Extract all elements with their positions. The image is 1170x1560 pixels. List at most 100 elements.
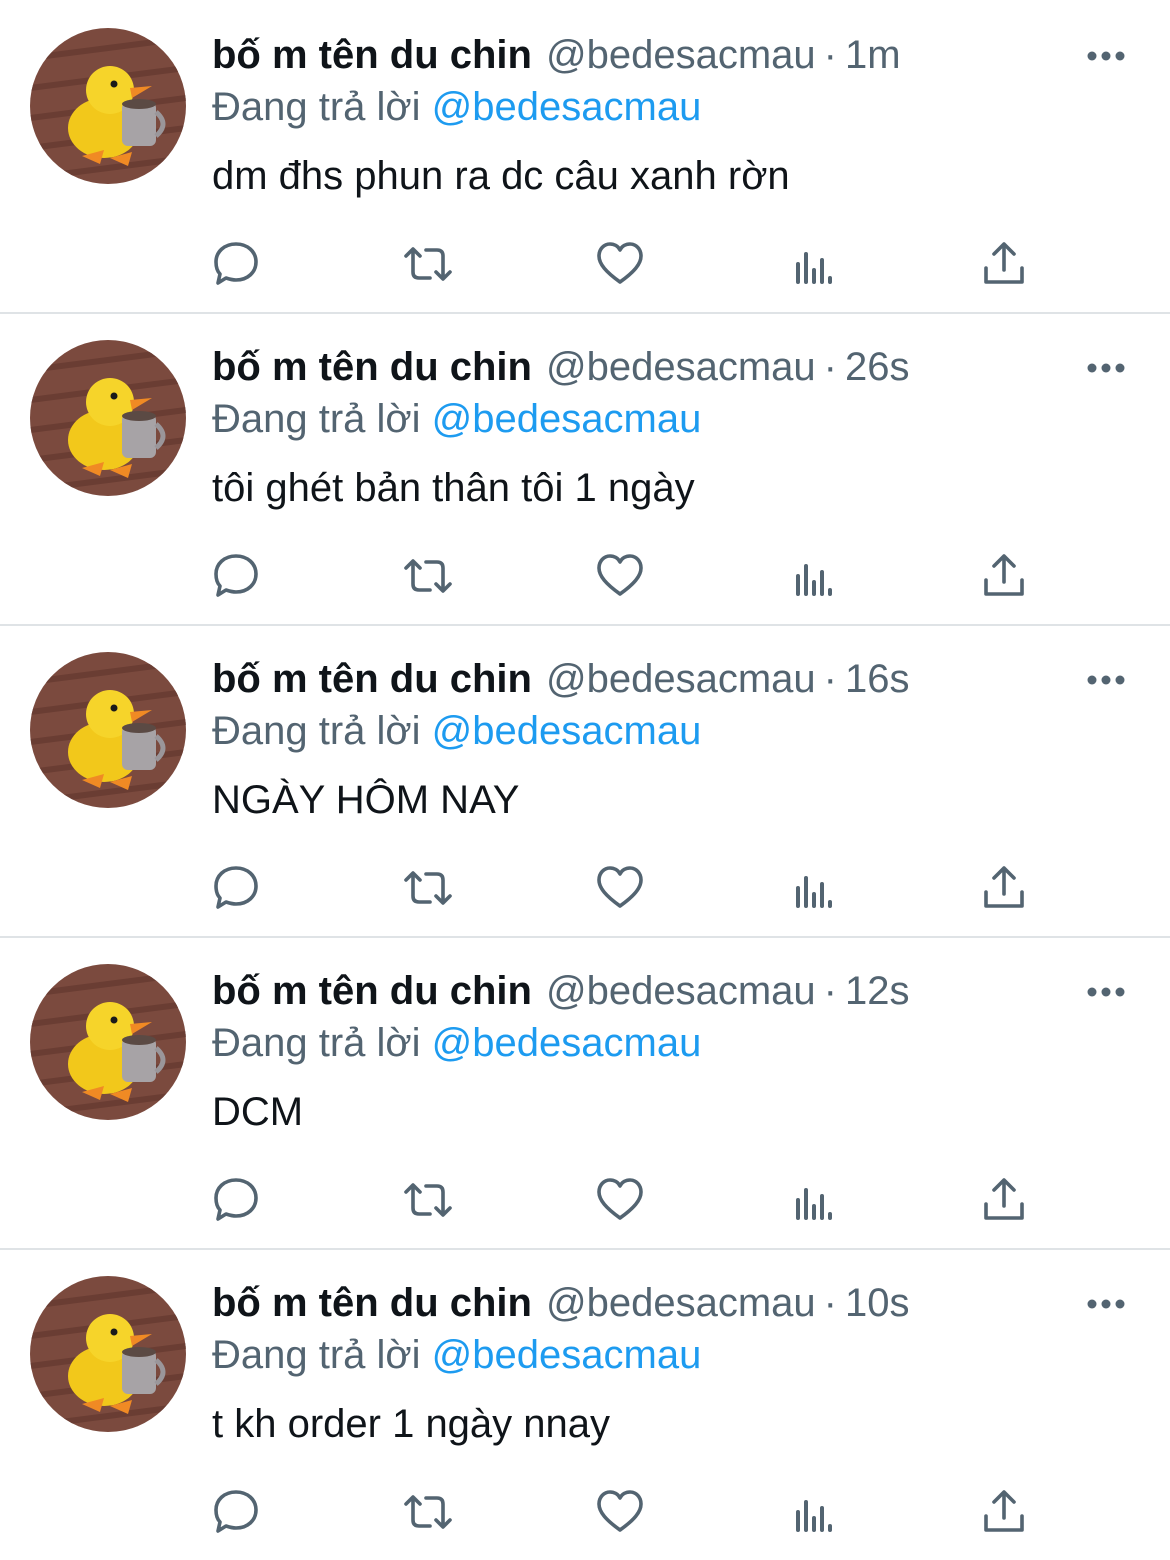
views-icon bbox=[796, 1500, 832, 1532]
replying-to: Đang trả lời @bedesacmau bbox=[212, 706, 701, 756]
tweet-header: bố m tên du chin @bedesacmau · 26s bbox=[212, 342, 909, 392]
retweet-button[interactable] bbox=[400, 1484, 456, 1540]
like-button[interactable] bbox=[592, 548, 648, 604]
tweet[interactable]: bố m tên du chin @bedesacmau · 1m Đang trả … bbox=[0, 0, 1170, 312]
share-icon bbox=[984, 554, 1024, 596]
heart-icon bbox=[597, 242, 643, 284]
user-handle[interactable]: @bedesacmau bbox=[546, 969, 816, 1013]
replying-to: Đang trả lời @bedesacmau bbox=[212, 82, 701, 132]
tweet[interactable]: bố m tên du chin @bedesacmau · 26s Đang trả… bbox=[0, 312, 1170, 624]
more-icon bbox=[1087, 51, 1125, 61]
more-options-button[interactable] bbox=[1080, 972, 1132, 1012]
separator-dot: · bbox=[823, 657, 837, 701]
tweet[interactable]: bố m tên du chin @bedesacmau · 12s Đang trả… bbox=[0, 936, 1170, 1248]
avatar[interactable] bbox=[30, 652, 186, 808]
duck-avatar-image bbox=[30, 28, 186, 184]
more-options-button[interactable] bbox=[1080, 348, 1132, 388]
retweet-button[interactable] bbox=[400, 236, 456, 292]
retweet-button[interactable] bbox=[400, 548, 456, 604]
user-handle[interactable]: @bedesacmau bbox=[546, 33, 816, 77]
retweet-icon bbox=[404, 871, 452, 905]
user-handle[interactable]: @bedesacmau bbox=[546, 345, 816, 389]
like-button[interactable] bbox=[592, 1172, 648, 1228]
views-button[interactable] bbox=[784, 1484, 840, 1540]
display-name[interactable]: bố m tên du chin bbox=[212, 33, 532, 77]
replying-to-handle[interactable]: @bedesacmau bbox=[432, 1021, 702, 1065]
avatar[interactable] bbox=[30, 28, 186, 184]
tweet[interactable]: bố m tên du chin @bedesacmau · 10s Đang trả… bbox=[0, 1248, 1170, 1560]
share-button[interactable] bbox=[976, 548, 1032, 604]
display-name[interactable]: bố m tên du chin bbox=[212, 969, 532, 1013]
duck-avatar-image bbox=[30, 340, 186, 496]
reply-icon bbox=[214, 1178, 258, 1221]
views-button[interactable] bbox=[784, 548, 840, 604]
timestamp[interactable]: 12s bbox=[845, 969, 910, 1013]
like-button[interactable] bbox=[592, 860, 648, 916]
replying-to-handle[interactable]: @bedesacmau bbox=[432, 709, 702, 753]
avatar[interactable] bbox=[30, 340, 186, 496]
replying-to-label: Đang trả lời bbox=[212, 709, 421, 753]
tweet-actions bbox=[0, 1484, 1170, 1540]
duck-avatar-image bbox=[30, 652, 186, 808]
display-name[interactable]: bố m tên du chin bbox=[212, 345, 532, 389]
like-button[interactable] bbox=[592, 236, 648, 292]
display-name[interactable]: bố m tên du chin bbox=[212, 1281, 532, 1325]
tweet-header: bố m tên du chin @bedesacmau · 10s bbox=[212, 1278, 909, 1328]
tweet-actions bbox=[0, 236, 1170, 292]
retweet-icon bbox=[404, 247, 452, 281]
share-button[interactable] bbox=[976, 236, 1032, 292]
tweet-text: NGÀY HÔM NAY bbox=[212, 778, 520, 822]
reply-button[interactable] bbox=[208, 1172, 264, 1228]
timestamp[interactable]: 1m bbox=[845, 33, 901, 77]
retweet-icon bbox=[404, 559, 452, 593]
timestamp[interactable]: 16s bbox=[845, 657, 910, 701]
avatar[interactable] bbox=[30, 1276, 186, 1432]
tweet-header: bố m tên du chin @bedesacmau · 1m bbox=[212, 30, 901, 80]
retweet-button[interactable] bbox=[400, 860, 456, 916]
display-name[interactable]: bố m tên du chin bbox=[212, 657, 532, 701]
tweet-actions bbox=[0, 548, 1170, 604]
more-options-button[interactable] bbox=[1080, 660, 1132, 700]
views-button[interactable] bbox=[784, 236, 840, 292]
reply-button[interactable] bbox=[208, 860, 264, 916]
tweet-header: bố m tên du chin @bedesacmau · 12s bbox=[212, 966, 909, 1016]
reply-icon bbox=[214, 242, 258, 285]
replying-to-handle[interactable]: @bedesacmau bbox=[432, 85, 702, 129]
timestamp[interactable]: 26s bbox=[845, 345, 910, 389]
more-options-button[interactable] bbox=[1080, 1284, 1132, 1324]
timestamp[interactable]: 10s bbox=[845, 1281, 910, 1325]
replying-to-label: Đang trả lời bbox=[212, 397, 421, 441]
more-icon bbox=[1087, 675, 1125, 685]
tweet-text: dm đhs phun ra dc câu xanh rờn bbox=[212, 154, 790, 198]
more-options-button[interactable] bbox=[1080, 36, 1132, 76]
reply-button[interactable] bbox=[208, 1484, 264, 1540]
views-button[interactable] bbox=[784, 860, 840, 916]
retweet-button[interactable] bbox=[400, 1172, 456, 1228]
reply-button[interactable] bbox=[208, 548, 264, 604]
avatar[interactable] bbox=[30, 964, 186, 1120]
tweet[interactable]: bố m tên du chin @bedesacmau · 16s Đang trả… bbox=[0, 624, 1170, 936]
views-button[interactable] bbox=[784, 1172, 840, 1228]
replying-to-label: Đang trả lời bbox=[212, 1021, 421, 1065]
tweet-feed: bố m tên du chin @bedesacmau · 1m Đang trả … bbox=[0, 0, 1170, 1556]
replying-to-handle[interactable]: @bedesacmau bbox=[432, 397, 702, 441]
reply-button[interactable] bbox=[208, 236, 264, 292]
more-icon bbox=[1087, 363, 1125, 373]
share-icon bbox=[984, 242, 1024, 284]
user-handle[interactable]: @bedesacmau bbox=[546, 1281, 816, 1325]
user-handle[interactable]: @bedesacmau bbox=[546, 657, 816, 701]
views-icon bbox=[796, 252, 832, 284]
duck-avatar-image bbox=[30, 1276, 186, 1432]
share-button[interactable] bbox=[976, 1484, 1032, 1540]
share-button[interactable] bbox=[976, 1172, 1032, 1228]
share-button[interactable] bbox=[976, 860, 1032, 916]
reply-icon bbox=[214, 554, 258, 597]
like-button[interactable] bbox=[592, 1484, 648, 1540]
duck-avatar-image bbox=[30, 964, 186, 1120]
heart-icon bbox=[597, 1490, 643, 1532]
more-icon bbox=[1087, 1299, 1125, 1309]
separator-dot: · bbox=[823, 969, 837, 1013]
replying-to: Đang trả lời @bedesacmau bbox=[212, 1018, 701, 1068]
views-icon bbox=[796, 876, 832, 908]
replying-to-handle[interactable]: @bedesacmau bbox=[432, 1333, 702, 1377]
